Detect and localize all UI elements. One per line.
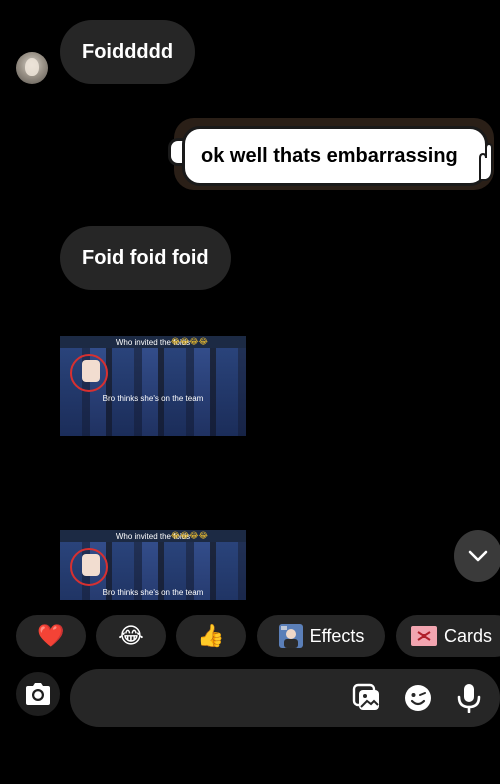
reaction-laughing-button[interactable]: 😂 — [96, 615, 166, 657]
image-message[interactable]: Who invited the foids 😂😂😂😂 Bro thinks sh… — [60, 336, 246, 436]
scroll-down-button[interactable] — [454, 530, 500, 582]
image-message[interactable]: Who invited the foids 😂😂😂😂 Bro thinks sh… — [60, 530, 246, 600]
meme-emojis: 😂😂😂😂 — [170, 337, 208, 346]
heart-icon: ❤️ — [37, 623, 65, 648]
sticker-icon — [405, 685, 431, 711]
effects-button[interactable]: Effects — [257, 615, 385, 657]
thumbs-up-icon: 👍 — [197, 623, 225, 648]
gallery-icon — [352, 683, 379, 710]
microphone-button[interactable] — [454, 683, 484, 713]
sticker-button[interactable] — [403, 683, 433, 713]
camera-button[interactable] — [16, 672, 60, 716]
cards-label: Cards — [444, 625, 493, 646]
outgoing-bubble: ok well thats embarrassing — [182, 126, 488, 186]
microphone-icon — [457, 684, 481, 713]
message-text: Foid foid foid — [82, 246, 209, 269]
gallery-button[interactable] — [352, 683, 382, 713]
camera-icon — [26, 683, 50, 705]
meme-top-caption: Who invited the foids — [115, 532, 191, 541]
hand-icon — [479, 142, 493, 181]
effects-label: Effects — [309, 625, 365, 646]
message-text: Foiddddd — [82, 40, 174, 63]
message-input[interactable] — [88, 683, 342, 715]
incoming-message[interactable]: Foid foid foid — [60, 226, 231, 290]
meme-face — [82, 360, 100, 382]
effects-thumbnail-icon — [278, 624, 303, 648]
cards-button[interactable]: Cards — [396, 615, 500, 657]
meme-bottom-caption: Bro thinks she's on the team — [102, 394, 204, 403]
reaction-thumbs-up-button[interactable]: 👍 — [176, 615, 246, 657]
meme-face — [82, 554, 100, 576]
incoming-message[interactable]: Foiddddd — [60, 20, 196, 84]
meme-bottom-caption: Bro thinks she's on the team — [102, 588, 204, 597]
gift-card-icon — [411, 626, 437, 646]
reaction-heart-button[interactable]: ❤️ — [16, 615, 86, 657]
contact-avatar[interactable] — [16, 52, 48, 84]
message-composer — [70, 669, 500, 727]
meme-top-caption: Who invited the foids — [115, 338, 191, 347]
outgoing-message[interactable]: ok well thats embarrassing — [168, 116, 500, 196]
message-text: ok well thats embarrassing — [201, 144, 458, 167]
chevron-down-icon — [468, 550, 488, 562]
meme-emojis: 😂😂😂😂 — [170, 531, 208, 540]
laughing-emoji-icon: 😂 — [118, 623, 144, 648]
